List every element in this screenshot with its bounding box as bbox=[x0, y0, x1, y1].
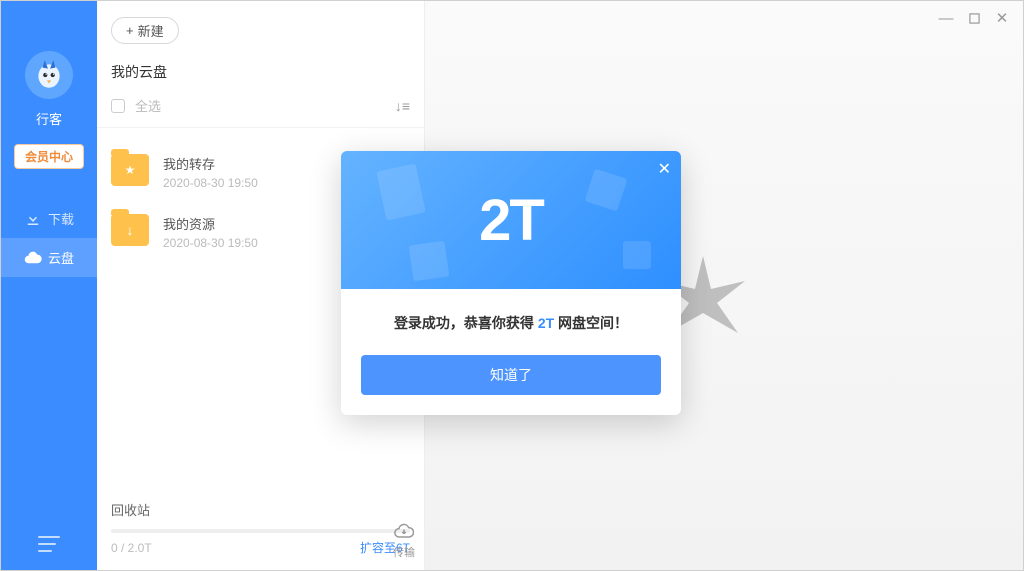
close-button[interactable]: ✕ bbox=[995, 11, 1009, 25]
select-all-checkbox[interactable] bbox=[111, 99, 125, 113]
nav-cloud-label: 云盘 bbox=[48, 248, 74, 267]
storage-text: 0 / 2.0T bbox=[111, 541, 152, 555]
maximize-button[interactable] bbox=[967, 11, 981, 25]
sort-icon[interactable]: ↓≡ bbox=[395, 98, 410, 114]
recycle-bin-link[interactable]: 回收站 bbox=[111, 500, 410, 529]
folder-icon bbox=[111, 154, 149, 186]
bird-icon bbox=[32, 58, 66, 92]
storage-bar bbox=[111, 529, 410, 533]
download-icon bbox=[24, 210, 42, 228]
login-success-modal: 2T ✕ 登录成功，恭喜你获得 2T 网盘空间！ 知道了 bbox=[341, 151, 681, 415]
panel-title: 我的云盘 bbox=[111, 62, 410, 82]
banner-text: 2T bbox=[479, 187, 543, 254]
sidebar: 行客 会员中心 下载 云盘 bbox=[1, 1, 97, 570]
minimize-button[interactable]: ― bbox=[939, 11, 953, 25]
transfer-button[interactable]: 传输 bbox=[393, 522, 415, 560]
username: 行客 bbox=[36, 109, 62, 128]
menu-button[interactable] bbox=[38, 536, 60, 552]
transfer-icon bbox=[394, 522, 414, 542]
nav-download[interactable]: 下载 bbox=[1, 199, 97, 238]
nav-cloud[interactable]: 云盘 bbox=[1, 238, 97, 277]
window-controls: ― ✕ bbox=[939, 11, 1009, 25]
modal-ok-button[interactable]: 知道了 bbox=[361, 355, 661, 395]
modal-message: 登录成功，恭喜你获得 2T 网盘空间！ bbox=[361, 313, 661, 333]
file-time: 2020-08-30 19:50 bbox=[163, 176, 258, 190]
avatar[interactable] bbox=[25, 51, 73, 99]
folder-icon bbox=[111, 214, 149, 246]
new-button-label: 新建 bbox=[138, 21, 164, 40]
modal-body: 登录成功，恭喜你获得 2T 网盘空间！ 知道了 bbox=[341, 289, 681, 415]
nav-download-label: 下载 bbox=[48, 209, 74, 228]
file-time: 2020-08-30 19:50 bbox=[163, 236, 258, 250]
vip-badge[interactable]: 会员中心 bbox=[14, 144, 84, 169]
list-header: 全选 ↓≡ bbox=[97, 92, 424, 128]
panel-footer: 回收站 0 / 2.0T 扩容至6T bbox=[97, 490, 424, 570]
modal-close-button[interactable]: ✕ bbox=[658, 159, 671, 179]
modal-banner: 2T ✕ bbox=[341, 151, 681, 289]
cloud-icon bbox=[24, 249, 42, 267]
select-all-label: 全选 bbox=[135, 96, 161, 115]
file-name: 我的转存 bbox=[163, 154, 258, 173]
file-name: 我的资源 bbox=[163, 214, 258, 233]
new-button[interactable]: + 新建 bbox=[111, 17, 179, 44]
transfer-label: 传输 bbox=[393, 544, 415, 560]
plus-icon: + bbox=[126, 23, 134, 38]
